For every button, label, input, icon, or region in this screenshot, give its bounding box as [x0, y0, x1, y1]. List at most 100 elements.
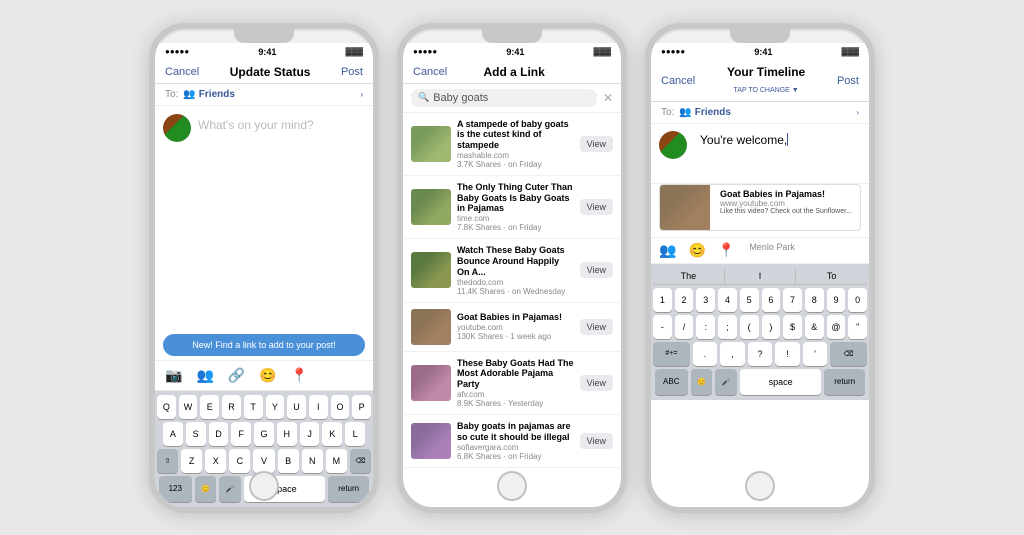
key-5[interactable]: 5 — [740, 288, 759, 312]
key-emoji-kbd[interactable]: 😊 — [195, 476, 217, 502]
key-l[interactable]: L — [345, 422, 365, 446]
key-k[interactable]: K — [322, 422, 342, 446]
key-2[interactable]: 2 — [675, 288, 694, 312]
phone1-home-button[interactable] — [249, 471, 279, 501]
phone2-cancel-button[interactable]: Cancel — [413, 66, 447, 78]
key-at[interactable]: @ — [827, 315, 846, 339]
typed-text[interactable]: You're welcome, — [700, 133, 787, 147]
key-q[interactable]: Q — [157, 395, 176, 419]
key-d[interactable]: D — [209, 422, 229, 446]
phone3-cancel-button[interactable]: Cancel — [661, 75, 695, 87]
key-return3[interactable]: return — [824, 369, 865, 395]
status-placeholder[interactable]: What's on your mind? — [198, 114, 314, 322]
key-h[interactable]: H — [277, 422, 297, 446]
key-v[interactable]: V — [253, 449, 274, 473]
key-slash[interactable]: / — [675, 315, 694, 339]
key-emoji-kbd3[interactable]: 😊 — [691, 369, 713, 395]
phone3-to-chevron-icon[interactable]: › — [856, 108, 859, 117]
key-123[interactable]: 123 — [159, 476, 192, 502]
key-g[interactable]: G — [254, 422, 274, 446]
key-y[interactable]: Y — [266, 395, 285, 419]
key-f[interactable]: F — [231, 422, 251, 446]
to-chevron-icon[interactable]: › — [360, 90, 363, 99]
key-shift[interactable]: ⇧ — [157, 449, 178, 473]
suggestion-to[interactable]: To — [796, 268, 867, 284]
emoji-icon[interactable]: 😊 — [259, 367, 276, 384]
phone3-friends-selector[interactable]: Friends — [695, 107, 731, 118]
key-a[interactable]: A — [163, 422, 183, 446]
key-rparen[interactable]: ) — [762, 315, 781, 339]
camera-icon[interactable]: 📷 — [165, 367, 182, 384]
phone3-subtitle[interactable]: TAP TO CHANGE ▼ — [734, 87, 799, 94]
key-period[interactable]: . — [693, 342, 718, 366]
key-1[interactable]: 1 — [653, 288, 672, 312]
timeline-input-area[interactable]: You're welcome, — [651, 124, 869, 184]
key-backspace3[interactable]: ⌫ — [830, 342, 867, 366]
key-b[interactable]: B — [278, 449, 299, 473]
key-r[interactable]: R — [222, 395, 241, 419]
key-backspace[interactable]: ⌫ — [350, 449, 371, 473]
phone3-location-icon[interactable]: 📍 — [718, 242, 735, 259]
key-0[interactable]: 0 — [848, 288, 867, 312]
key-colon[interactable]: : — [696, 315, 715, 339]
phone3-emoji-icon[interactable]: 😊 — [688, 242, 705, 259]
phone3-people-icon[interactable]: 👥 — [659, 242, 676, 259]
key-lparen[interactable]: ( — [740, 315, 759, 339]
key-8[interactable]: 8 — [805, 288, 824, 312]
key-i[interactable]: I — [309, 395, 328, 419]
phone3-home-button[interactable] — [745, 471, 775, 501]
key-quote[interactable]: " — [848, 315, 867, 339]
key-exclaim[interactable]: ! — [775, 342, 800, 366]
key-m[interactable]: M — [326, 449, 347, 473]
key-apostrophe[interactable]: ' — [803, 342, 828, 366]
view-button-5[interactable]: View — [580, 433, 613, 449]
status-input-area[interactable]: What's on your mind? — [155, 106, 373, 330]
key-7[interactable]: 7 — [783, 288, 802, 312]
location-icon[interactable]: 📍 — [291, 367, 308, 384]
key-p[interactable]: P — [352, 395, 371, 419]
key-x[interactable]: X — [205, 449, 226, 473]
key-e[interactable]: E — [200, 395, 219, 419]
link-icon[interactable]: 🔗 — [228, 367, 245, 384]
view-button-4[interactable]: View — [580, 375, 613, 391]
key-j[interactable]: J — [300, 422, 320, 446]
view-button-3[interactable]: View — [580, 319, 613, 335]
suggestion-the[interactable]: The — [653, 268, 724, 284]
view-button-0[interactable]: View — [580, 136, 613, 152]
phone1-post-button[interactable]: Post — [341, 66, 363, 78]
key-n[interactable]: N — [302, 449, 323, 473]
key-w[interactable]: W — [179, 395, 198, 419]
key-o[interactable]: O — [331, 395, 350, 419]
suggestion-i[interactable]: I — [724, 268, 797, 284]
key-question[interactable]: ? — [748, 342, 773, 366]
key-6[interactable]: 6 — [762, 288, 781, 312]
phone2-home-button[interactable] — [497, 471, 527, 501]
phone1-cancel-button[interactable]: Cancel — [165, 66, 199, 78]
key-abc[interactable]: ABC — [655, 369, 688, 395]
key-dollar[interactable]: $ — [783, 315, 802, 339]
key-4[interactable]: 4 — [718, 288, 737, 312]
search-bar[interactable]: 🔍 Baby goats — [411, 89, 597, 107]
key-c[interactable]: C — [229, 449, 250, 473]
key-mic3[interactable]: 🎤 — [715, 369, 737, 395]
search-clear-icon[interactable]: ✕ — [603, 91, 613, 105]
key-3[interactable]: 3 — [696, 288, 715, 312]
key-u[interactable]: U — [287, 395, 306, 419]
key-return[interactable]: return — [328, 476, 369, 502]
key-comma[interactable]: , — [720, 342, 745, 366]
key-space3[interactable]: space — [740, 369, 821, 395]
key-t[interactable]: T — [244, 395, 263, 419]
key-mic[interactable]: 🎤 — [219, 476, 241, 502]
key-9[interactable]: 9 — [827, 288, 846, 312]
view-button-2[interactable]: View — [580, 262, 613, 278]
key-z[interactable]: Z — [181, 449, 202, 473]
people-icon[interactable]: 👥 — [196, 367, 213, 384]
view-button-1[interactable]: View — [580, 199, 613, 215]
phone3-post-button[interactable]: Post — [837, 75, 859, 87]
key-semi[interactable]: ; — [718, 315, 737, 339]
key-amp[interactable]: & — [805, 315, 824, 339]
key-dash[interactable]: - — [653, 315, 672, 339]
search-input[interactable]: Baby goats — [433, 92, 488, 104]
friends-selector[interactable]: Friends — [199, 89, 235, 100]
key-s[interactable]: S — [186, 422, 206, 446]
